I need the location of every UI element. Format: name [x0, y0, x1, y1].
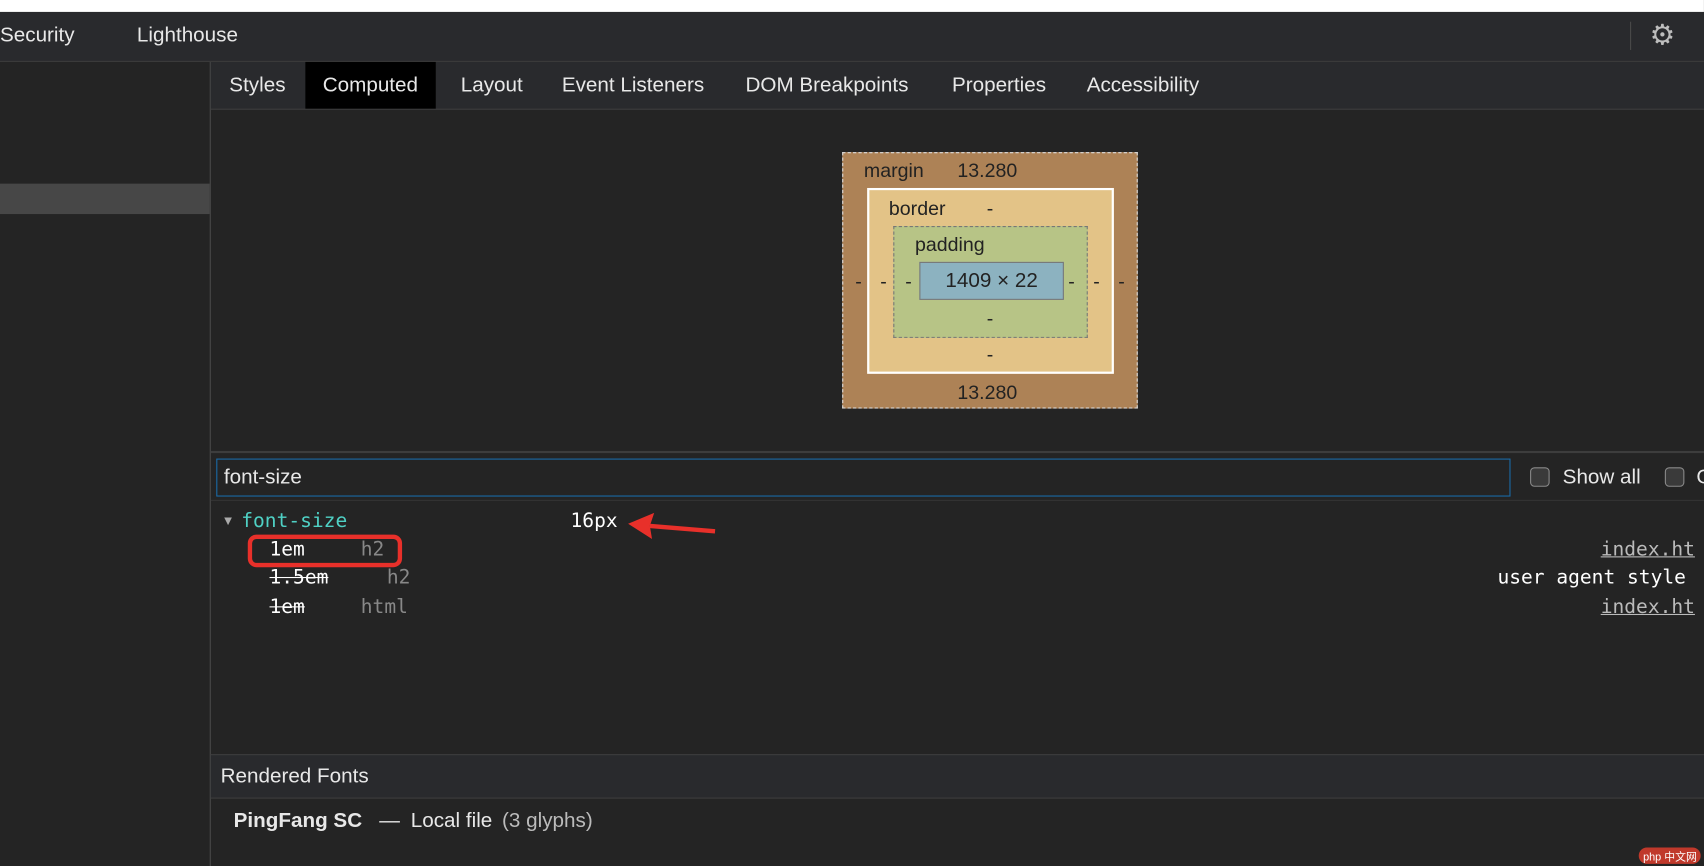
- margin-label: margin: [863, 159, 924, 182]
- margin-left-value[interactable]: -: [855, 271, 862, 294]
- border-label: border: [888, 197, 946, 220]
- divider: [210, 499, 1704, 501]
- watermark-logo: php 中文网: [1638, 847, 1702, 864]
- tab-event-listeners[interactable]: Event Listeners: [544, 62, 721, 109]
- padding-bottom-value[interactable]: -: [987, 308, 994, 331]
- source-link[interactable]: index.ht: [1601, 538, 1695, 561]
- expand-triangle-icon[interactable]: ▼: [222, 513, 235, 528]
- tab-properties[interactable]: Properties: [935, 62, 1064, 109]
- font-name: PingFang SC: [233, 809, 363, 833]
- annotation-highlight-box: [247, 534, 403, 568]
- tab-lighthouse[interactable]: Lighthouse: [137, 24, 238, 48]
- padding-right-value[interactable]: -: [1068, 271, 1075, 294]
- border-top-value[interactable]: -: [987, 198, 994, 221]
- annotation-arrow: [628, 512, 716, 539]
- selected-node-row[interactable]: [0, 183, 210, 215]
- show-all-label: Show all: [1562, 466, 1641, 489]
- divider: [1630, 21, 1632, 50]
- top-strip: [0, 0, 1704, 12]
- rendered-fonts-title: Rendered Fonts: [220, 764, 369, 788]
- property-value: 16px: [570, 509, 618, 533]
- tab-computed[interactable]: Computed: [305, 61, 436, 109]
- devtools-toolbar: [0, 11, 1704, 62]
- group-checkbox[interactable]: [1664, 467, 1685, 487]
- box-model-content[interactable]: 1409 × 22: [919, 261, 1064, 300]
- show-all-checkbox[interactable]: [1530, 467, 1550, 487]
- padding-left-value[interactable]: -: [905, 271, 912, 294]
- margin-right-value[interactable]: -: [1118, 271, 1125, 294]
- tab-security[interactable]: Security: [0, 24, 75, 48]
- divider: [210, 450, 1704, 454]
- rendered-fonts-header: [210, 754, 1704, 799]
- gear-icon[interactable]: ⚙: [1650, 21, 1678, 49]
- source-link[interactable]: index.ht: [1601, 595, 1695, 618]
- tab-styles[interactable]: Styles: [212, 62, 303, 109]
- padding-label: padding: [915, 233, 985, 256]
- tab-dom-breakpoints[interactable]: DOM Breakpoints: [728, 62, 926, 109]
- font-dash: —: [379, 809, 400, 833]
- margin-bottom-value[interactable]: 13.280: [957, 381, 1017, 404]
- sidebar-tabs: Styles Computed Layout Event Listeners D…: [210, 61, 1704, 110]
- elements-tree-pane: [0, 61, 211, 866]
- tab-accessibility[interactable]: Accessibility: [1069, 62, 1216, 109]
- border-right-value[interactable]: -: [1093, 271, 1100, 294]
- border-bottom-value[interactable]: -: [987, 343, 994, 366]
- rule-selector: html: [360, 595, 408, 619]
- border-left-value[interactable]: -: [880, 271, 887, 294]
- group-label: G: [1696, 466, 1704, 490]
- rule-value: 1.5em: [269, 566, 329, 589]
- margin-top-value[interactable]: 13.280: [957, 160, 1017, 183]
- property-name[interactable]: font-size: [241, 510, 347, 533]
- font-source: Local file: [410, 809, 493, 833]
- source-label: user agent style: [1497, 566, 1686, 589]
- filter-input[interactable]: [216, 458, 1511, 497]
- tab-layout[interactable]: Layout: [443, 62, 540, 109]
- rule-value: 1em: [269, 595, 305, 619]
- font-glyph-count: (3 glyphs): [502, 809, 593, 833]
- rule-selector: h2: [386, 566, 411, 589]
